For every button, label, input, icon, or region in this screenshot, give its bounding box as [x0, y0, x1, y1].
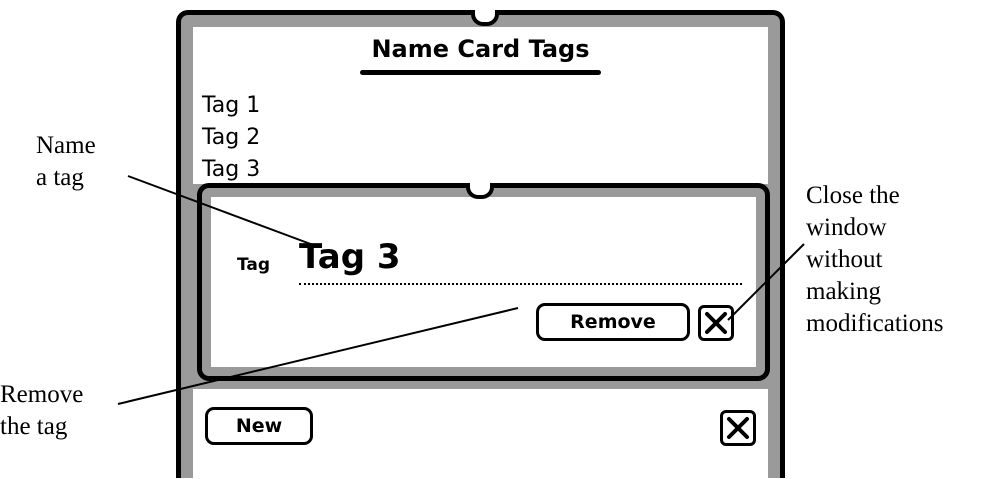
title-underline — [360, 70, 601, 75]
tag-field-label: Tag — [237, 255, 271, 275]
name-card-tags-window: Name Card Tags Tag 1 Tag 2 Tag 3 New Tag… — [176, 10, 785, 479]
tag-name-input[interactable]: Tag 3 — [299, 235, 401, 279]
annotation-line: making — [806, 278, 881, 305]
annotation-line: the tag — [0, 413, 68, 440]
annotation-close-window: Close the window without making modifica… — [806, 180, 943, 340]
annotation-line: Name — [36, 132, 96, 159]
annotation-name-tag: Name a tag — [36, 130, 96, 194]
dialog-close-button[interactable] — [698, 305, 734, 341]
annotation-line: window — [806, 214, 887, 241]
remove-button[interactable]: Remove — [536, 303, 690, 341]
tag-edit-dialog: Tag Tag 3 Remove — [197, 183, 770, 381]
close-icon — [705, 312, 727, 334]
annotation-remove-tag: Remove the tag — [0, 379, 83, 443]
close-icon — [727, 417, 749, 439]
tag-list-item[interactable]: Tag 1 — [202, 90, 260, 122]
tag-edit-panel: Tag Tag 3 Remove — [211, 197, 756, 367]
annotation-line: Close the — [806, 182, 900, 209]
tag-list-item[interactable]: Tag 3 — [202, 154, 260, 186]
annotation-line: without — [806, 246, 883, 273]
new-button[interactable]: New — [205, 407, 313, 445]
annotation-line: modifications — [806, 310, 944, 337]
tag-list: Tag 1 Tag 2 Tag 3 — [202, 90, 260, 186]
window-notch — [471, 10, 499, 26]
tag-field-underline — [299, 283, 742, 285]
annotation-line: Remove — [0, 381, 84, 408]
window-title: Name Card Tags — [371, 35, 590, 63]
window-close-button[interactable] — [720, 410, 756, 446]
annotation-line: a tag — [36, 164, 84, 191]
tag-list-item[interactable]: Tag 2 — [202, 122, 260, 154]
